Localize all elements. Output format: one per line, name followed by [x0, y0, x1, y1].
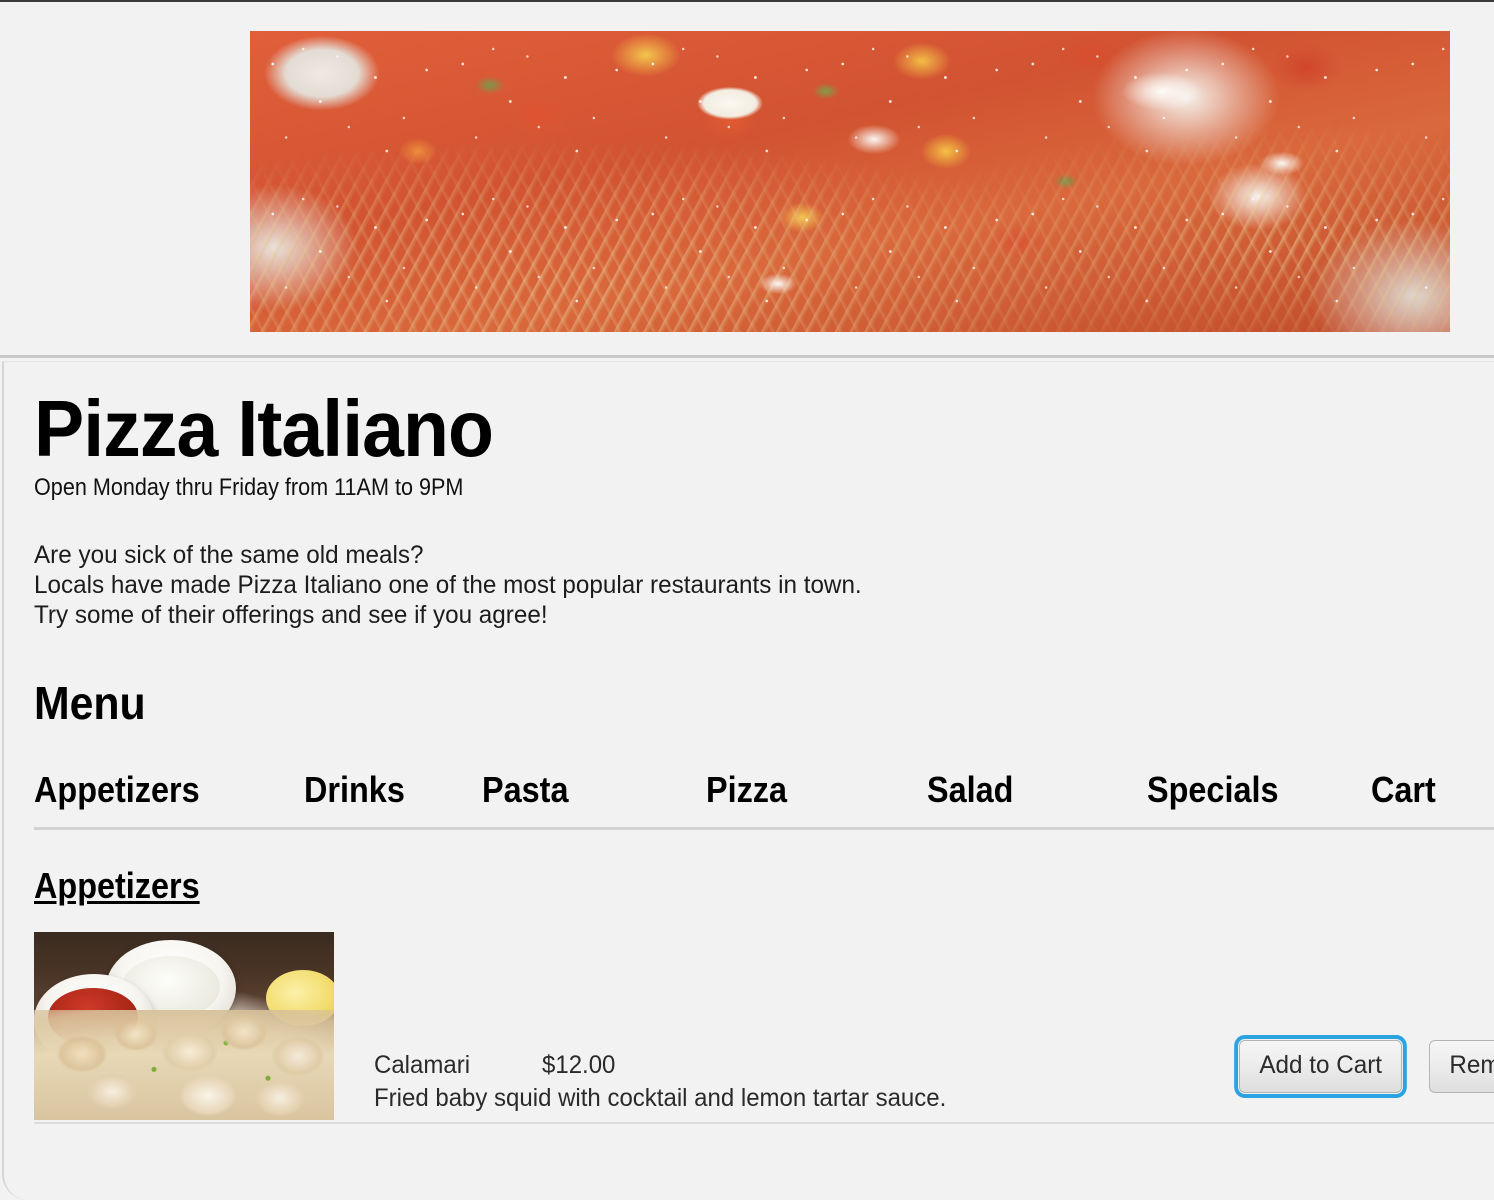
- hero-food-image: [250, 31, 1450, 332]
- tab-pizza[interactable]: Pizza: [706, 768, 787, 812]
- menu-tabs: Appetizers Drinks Pasta Pizza Salad Spec…: [34, 768, 1494, 831]
- opening-hours: Open Monday thru Friday from 11AM to 9PM: [34, 474, 464, 502]
- menu-item-image: [34, 932, 334, 1121]
- restaurant-description: Are you sick of the same old meals? Loca…: [34, 540, 1450, 630]
- main-content-card: Pizza Italiano Open Monday thru Friday f…: [2, 361, 1494, 1200]
- menu-item-text: Calamari $12.00 Fried baby squid with coc…: [374, 1050, 1194, 1115]
- description-line-2: Locals have made Pizza Italiano one of t…: [34, 571, 862, 600]
- section-heading-appetizers: Appetizers: [34, 865, 200, 907]
- menu-item-title-line: Calamari $12.00: [374, 1050, 1161, 1081]
- menu-item-description: Fried baby squid with cocktail and lemon…: [374, 1084, 947, 1113]
- tab-cart[interactable]: Cart: [1371, 768, 1436, 812]
- tab-pasta[interactable]: Pasta: [482, 768, 568, 812]
- tab-drinks[interactable]: Drinks: [304, 768, 405, 812]
- hero-parmesan-flecks-layer: [250, 31, 1450, 332]
- restaurant-menu-page: Pizza Italiano Open Monday thru Friday f…: [0, 0, 1494, 1200]
- viewport-top-rule: [0, 0, 1494, 2]
- menu-item-actions: Add to Cart Remove from Cart: [1234, 1035, 1494, 1099]
- tab-specials[interactable]: Specials: [1147, 768, 1278, 812]
- add-to-cart-button[interactable]: Add to Cart: [1234, 1035, 1408, 1099]
- page-title: Pizza Italiano: [34, 384, 494, 473]
- menu-item-name: Calamari: [374, 1051, 471, 1080]
- description-line-1: Are you sick of the same old meals?: [34, 541, 424, 570]
- menu-item-row: Calamari $12.00 Fried baby squid with coc…: [34, 932, 1494, 1125]
- menu-item-price: $12.00: [542, 1051, 616, 1080]
- fried-calamari-pile: [34, 1010, 334, 1121]
- tab-salad[interactable]: Salad: [927, 768, 1013, 812]
- menu-heading: Menu: [34, 677, 146, 730]
- tab-appetizers[interactable]: Appetizers: [34, 768, 200, 812]
- hero-banner: [0, 2, 1494, 358]
- remove-from-cart-button[interactable]: Remove from Cart: [1429, 1040, 1494, 1094]
- description-line-3: Try some of their offerings and see if y…: [34, 601, 548, 630]
